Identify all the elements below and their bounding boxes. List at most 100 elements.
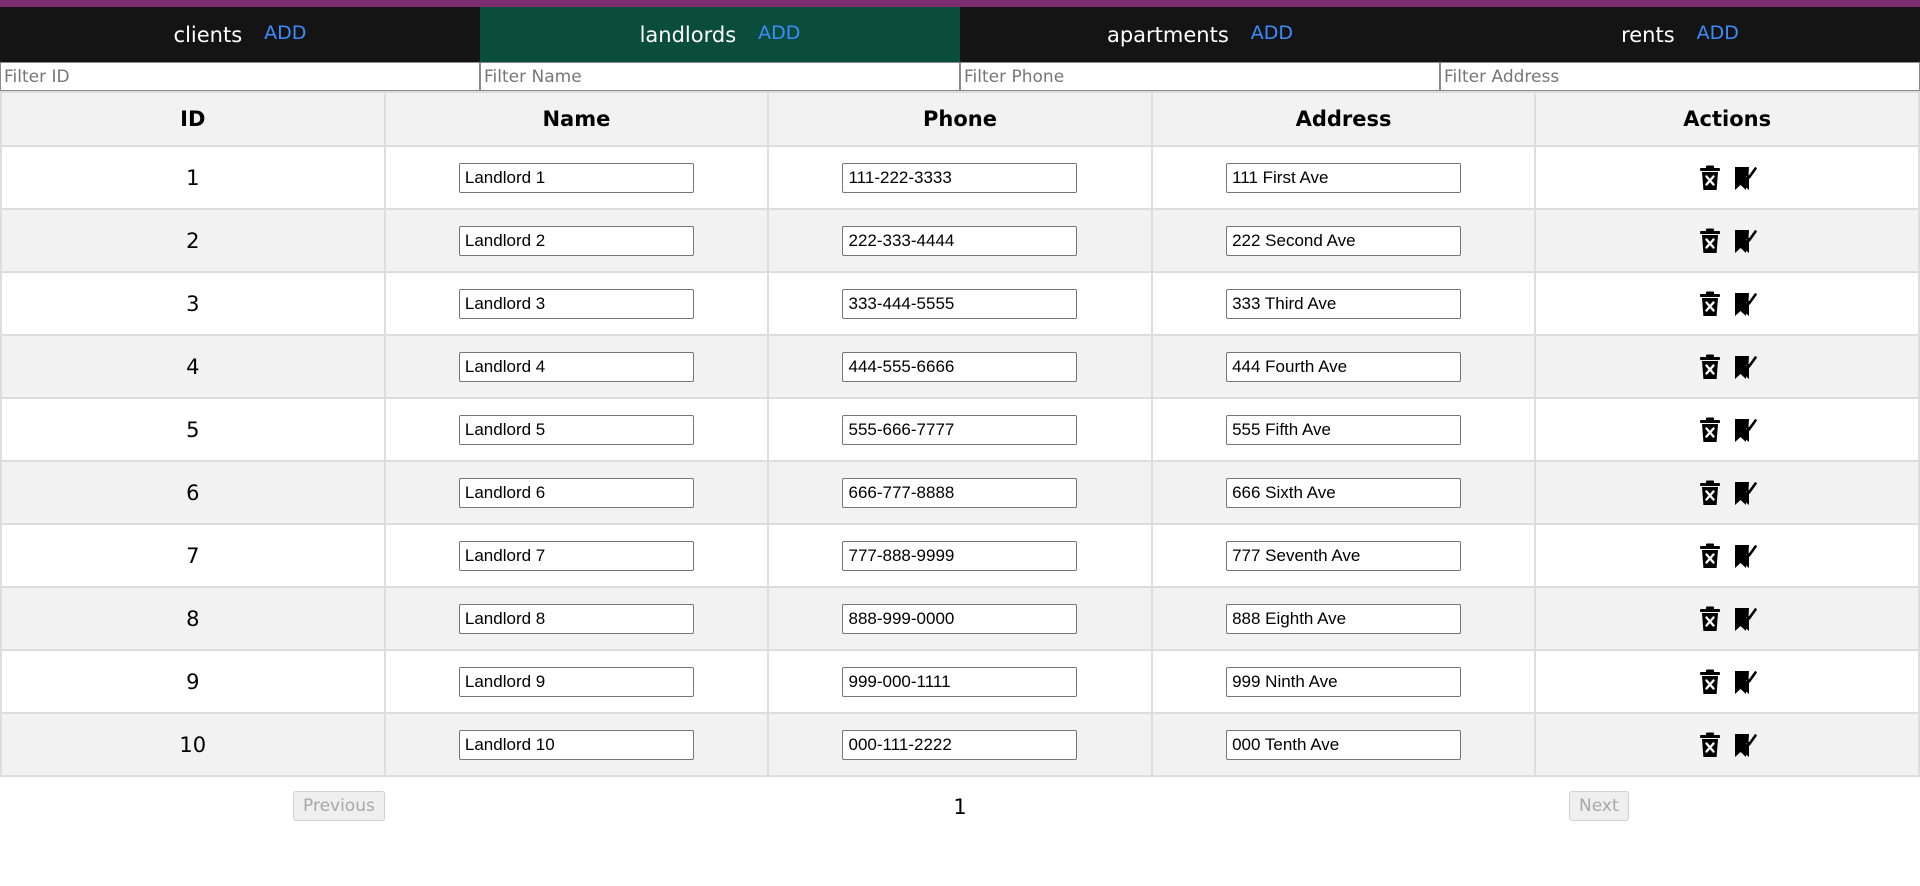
filter-name-input[interactable]	[480, 62, 960, 91]
name-input[interactable]	[458, 351, 694, 382]
row-actions-cell	[1534, 586, 1920, 651]
name-input[interactable]	[458, 729, 694, 760]
phone-input[interactable]	[842, 288, 1078, 319]
phone-input[interactable]	[842, 729, 1078, 760]
phone-input[interactable]	[842, 162, 1078, 193]
row-address-cell	[1150, 649, 1537, 714]
address-input[interactable]	[1226, 729, 1462, 760]
address-input[interactable]	[1226, 162, 1462, 193]
row-name-cell	[383, 145, 770, 210]
nav-clients-add-link[interactable]: ADD	[264, 22, 306, 44]
table-row: 8	[0, 586, 1920, 651]
column-header-name: Name	[383, 91, 770, 147]
bookmark-check-icon[interactable]	[1733, 417, 1757, 443]
phone-input[interactable]	[842, 477, 1078, 508]
table-row: 7	[0, 523, 1920, 588]
bookmark-check-icon[interactable]	[1733, 480, 1757, 506]
table-row: 4	[0, 334, 1920, 399]
phone-input[interactable]	[842, 666, 1078, 697]
nav-tab-apartments-label[interactable]: apartments	[1107, 23, 1229, 47]
row-id: 6	[186, 480, 200, 505]
row-phone-cell	[767, 334, 1153, 399]
column-header-address: Address	[1150, 91, 1537, 147]
name-input[interactable]	[458, 603, 694, 634]
row-phone-cell	[767, 208, 1153, 273]
delete-icon[interactable]	[1699, 417, 1721, 443]
name-input[interactable]	[458, 162, 694, 193]
delete-icon[interactable]	[1699, 480, 1721, 506]
address-input[interactable]	[1226, 414, 1462, 445]
phone-input[interactable]	[842, 351, 1078, 382]
top-accent-strip	[0, 0, 1920, 7]
delete-icon[interactable]	[1699, 543, 1721, 569]
column-header-actions: Actions	[1534, 91, 1920, 147]
name-input[interactable]	[458, 288, 694, 319]
column-header-phone: Phone	[767, 91, 1153, 147]
bookmark-check-icon[interactable]	[1733, 291, 1757, 317]
nav-landlords-add-link[interactable]: ADD	[758, 22, 800, 44]
landlords-table: ID Name Phone Address Actions 1234567891…	[0, 91, 1920, 777]
row-id-cell: 6	[0, 460, 386, 525]
phone-input[interactable]	[842, 603, 1078, 634]
delete-icon[interactable]	[1699, 165, 1721, 191]
filter-address-input[interactable]	[1440, 62, 1920, 91]
row-address-cell	[1150, 271, 1537, 336]
delete-icon[interactable]	[1699, 606, 1721, 632]
name-input[interactable]	[458, 225, 694, 256]
delete-icon[interactable]	[1699, 228, 1721, 254]
delete-icon[interactable]	[1699, 354, 1721, 380]
nav-tab-landlords: landlords ADD	[480, 7, 960, 62]
row-id-cell: 5	[0, 397, 386, 462]
bookmark-check-icon[interactable]	[1733, 669, 1757, 695]
address-input[interactable]	[1226, 225, 1462, 256]
nav-tab-clients: clients ADD	[0, 7, 480, 62]
row-id: 9	[186, 669, 200, 694]
address-input[interactable]	[1226, 603, 1462, 634]
filter-phone-input[interactable]	[960, 62, 1440, 91]
row-id: 3	[186, 291, 200, 316]
nav-rents-add-link[interactable]: ADD	[1697, 22, 1739, 44]
row-name-cell	[383, 649, 770, 714]
delete-icon[interactable]	[1699, 291, 1721, 317]
address-input[interactable]	[1226, 288, 1462, 319]
nav-tab-clients-label[interactable]: clients	[174, 23, 243, 47]
bookmark-check-icon[interactable]	[1733, 543, 1757, 569]
row-address-cell	[1150, 586, 1537, 651]
phone-input[interactable]	[842, 540, 1078, 571]
row-id: 7	[186, 543, 200, 568]
bookmark-check-icon[interactable]	[1733, 165, 1757, 191]
table-row: 9	[0, 649, 1920, 714]
table-row: 1	[0, 145, 1920, 210]
bookmark-check-icon[interactable]	[1733, 228, 1757, 254]
next-page-button[interactable]: Next	[1569, 791, 1629, 821]
row-actions-cell	[1534, 712, 1920, 777]
address-input[interactable]	[1226, 540, 1462, 571]
address-input[interactable]	[1226, 477, 1462, 508]
phone-input[interactable]	[842, 225, 1078, 256]
nav-apartments-add-link[interactable]: ADD	[1251, 22, 1293, 44]
row-id: 5	[186, 417, 200, 442]
nav-tab-landlords-label[interactable]: landlords	[640, 23, 737, 47]
filter-id-input[interactable]	[0, 62, 480, 91]
row-id: 10	[179, 732, 207, 757]
row-phone-cell	[767, 586, 1153, 651]
bookmark-check-icon[interactable]	[1733, 732, 1757, 758]
nav-tab-rents-label[interactable]: rents	[1621, 23, 1675, 47]
delete-icon[interactable]	[1699, 732, 1721, 758]
name-input[interactable]	[458, 477, 694, 508]
phone-input[interactable]	[842, 414, 1078, 445]
row-address-cell	[1150, 460, 1537, 525]
name-input[interactable]	[458, 540, 694, 571]
address-input[interactable]	[1226, 666, 1462, 697]
name-input[interactable]	[458, 414, 694, 445]
name-input[interactable]	[458, 666, 694, 697]
row-actions-cell	[1534, 523, 1920, 588]
table-row: 10	[0, 712, 1920, 777]
bookmark-check-icon[interactable]	[1733, 354, 1757, 380]
bookmark-check-icon[interactable]	[1733, 606, 1757, 632]
address-input[interactable]	[1226, 351, 1462, 382]
row-address-cell	[1150, 523, 1537, 588]
delete-icon[interactable]	[1699, 669, 1721, 695]
table-row: 5	[0, 397, 1920, 462]
row-name-cell	[383, 208, 770, 273]
